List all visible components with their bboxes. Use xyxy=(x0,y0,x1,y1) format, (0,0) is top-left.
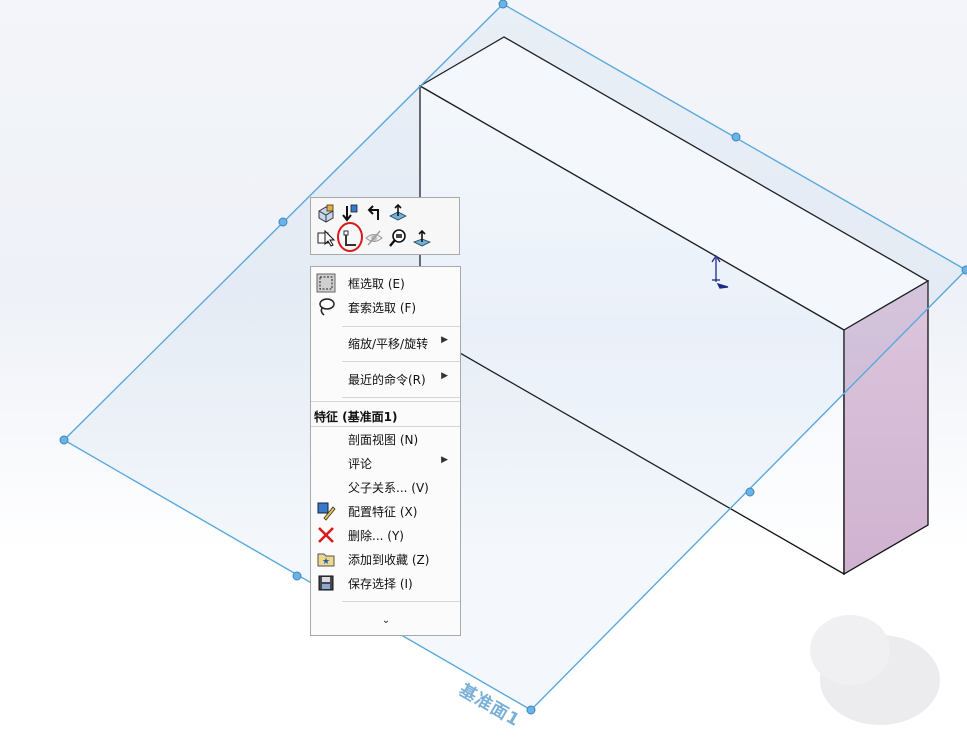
model-view xyxy=(59,0,967,725)
box-select-icon xyxy=(316,273,336,293)
separator xyxy=(342,326,460,327)
lasso-select-icon xyxy=(316,297,336,317)
delete-icon xyxy=(316,525,336,545)
view-orientation-icon[interactable] xyxy=(315,202,337,224)
configure-feature-icon xyxy=(316,501,336,521)
zoom-to-selection-icon[interactable] xyxy=(387,227,409,249)
menu-item-label: 框选取 (E) xyxy=(348,277,405,291)
menu-item-label: 父子关系... (V) xyxy=(348,481,429,495)
submenu-arrow-icon: ▶ xyxy=(441,455,448,465)
menu-item-label: 添加到收藏 (Z) xyxy=(348,553,430,567)
menu-item-label: 套索选取 (F) xyxy=(348,301,417,315)
graphics-area[interactable]: 基准面1 xyxy=(0,0,967,737)
menu-item-label: 配置特征 (X) xyxy=(348,505,418,519)
section-title: 特征 (基准面1) xyxy=(314,410,398,424)
menu-item-configure-feature[interactable]: 配置特征 (X) xyxy=(311,499,460,521)
separator xyxy=(342,361,460,362)
menu-item-lasso-select[interactable]: 套索选取 (F) xyxy=(311,295,460,317)
menu-item-box-select[interactable]: 框选取 (E) xyxy=(311,271,460,293)
menu-item-label: 评论 xyxy=(348,457,373,471)
menu-item-delete[interactable]: 删除... (Y) xyxy=(311,523,460,545)
context-toolbar xyxy=(310,197,460,255)
expand-menu-chevron-icon[interactable]: ⌄ xyxy=(380,615,392,627)
svg-text:★: ★ xyxy=(322,557,330,567)
floor-reflection xyxy=(810,615,940,725)
reference-plane xyxy=(62,3,967,711)
separator xyxy=(342,397,460,398)
separator xyxy=(311,401,460,402)
rollback-icon[interactable] xyxy=(363,202,385,224)
context-menu: 框选取 (E) 套索选取 (F) 缩放/平移/旋转 ▶ 最近的命令(R) ▶ 特… xyxy=(310,266,461,636)
menu-item-label: 保存选择 (I) xyxy=(348,577,413,591)
submenu-arrow-icon: ▶ xyxy=(441,371,448,381)
highlight-circle xyxy=(337,222,363,252)
menu-item-comment[interactable]: 评论 ▶ xyxy=(311,451,460,473)
menu-item-label: 最近的命令(R) xyxy=(348,373,426,387)
select-other-icon[interactable] xyxy=(315,227,337,249)
save-selection-icon xyxy=(316,573,336,593)
separator xyxy=(342,601,460,602)
plane-icon[interactable] xyxy=(387,202,409,224)
add-favorite-icon: ★ xyxy=(316,549,336,569)
normal-to-icon[interactable] xyxy=(339,202,361,224)
menu-item-label: 删除... (Y) xyxy=(348,529,404,543)
menu-item-label: 剖面视图 (N) xyxy=(348,433,419,447)
menu-item-add-favorite[interactable]: ★ 添加到收藏 (Z) xyxy=(311,547,460,569)
menu-item-label: 缩放/平移/旋转 xyxy=(348,337,429,351)
menu-item-recent-commands[interactable]: 最近的命令(R) ▶ xyxy=(311,367,460,389)
menu-item-zoom-pan-rotate[interactable]: 缩放/平移/旋转 ▶ xyxy=(311,331,460,353)
submenu-arrow-icon: ▶ xyxy=(441,335,448,345)
menu-item-parent-child[interactable]: 父子关系... (V) xyxy=(311,475,460,497)
normal-to-plane-icon[interactable] xyxy=(411,227,433,249)
menu-item-section-view[interactable]: 剖面视图 (N) xyxy=(311,427,460,449)
menu-item-save-selection[interactable]: 保存选择 (I) xyxy=(311,571,460,593)
hide-icon[interactable] xyxy=(363,227,385,249)
